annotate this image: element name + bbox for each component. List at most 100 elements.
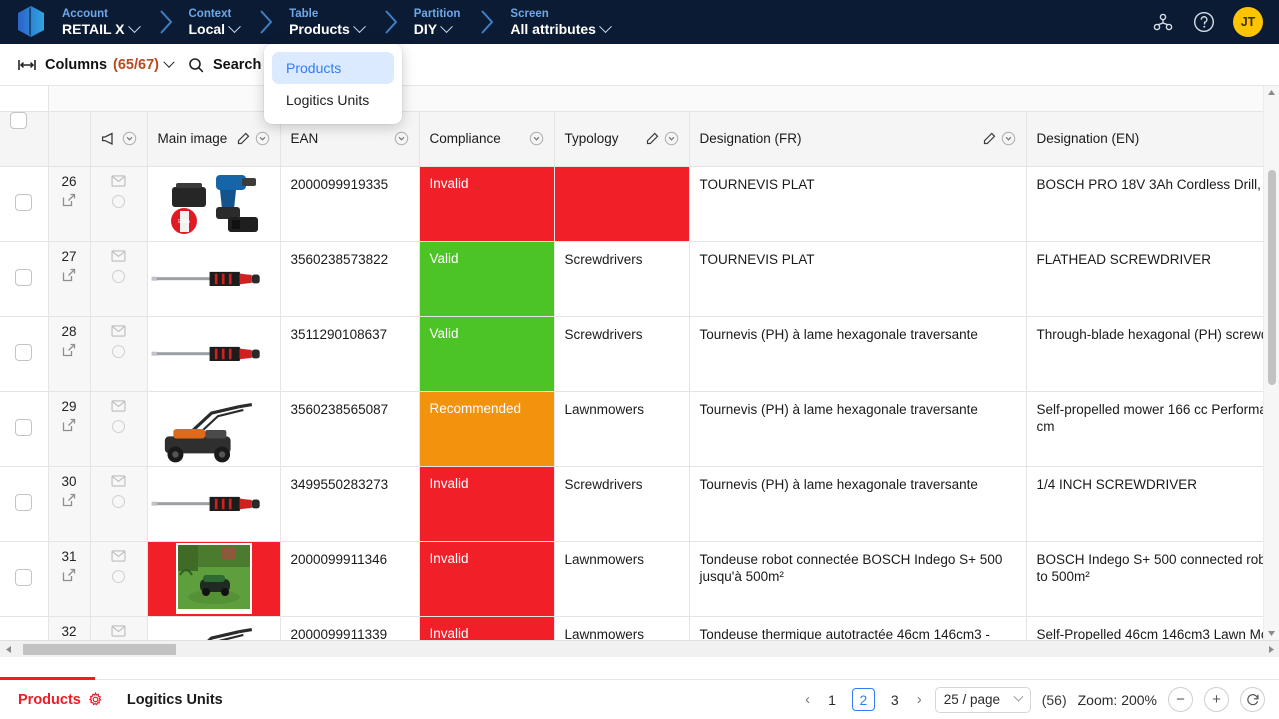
fit-columns-icon[interactable]	[18, 58, 36, 72]
status-circle-icon[interactable]	[111, 419, 126, 434]
designation-fr-cell[interactable]: TOURNEVIS PLAT	[689, 241, 1027, 317]
edit-pen-icon[interactable]	[646, 132, 659, 145]
horizontal-scroll-thumb[interactable]	[23, 643, 176, 655]
designation-fr-cell[interactable]: Tournevis (PH) à lame hexagonale travers…	[689, 466, 1027, 542]
main-image-cell[interactable]	[147, 541, 281, 617]
per-page-select[interactable]: 25 / page	[934, 686, 1031, 713]
table-row[interactable]: 30 3499550283273 Invalid Screwdrivers To…	[0, 466, 1279, 542]
footer-tab-logitics-units[interactable]: Logitics Units	[127, 692, 223, 708]
chevron-down-circle-icon[interactable]	[664, 131, 679, 146]
envelope-icon[interactable]	[111, 324, 126, 337]
status-circle-icon[interactable]	[111, 269, 126, 284]
avatar[interactable]: JT	[1233, 7, 1263, 37]
row-checkbox[interactable]	[15, 268, 33, 286]
row-checkbox[interactable]	[15, 418, 33, 436]
envelope-icon[interactable]	[111, 174, 126, 187]
gear-icon[interactable]	[88, 692, 103, 707]
typology-cell[interactable]: Screwdrivers	[554, 466, 690, 542]
designation-en-cell[interactable]: 1/4 INCH SCREWDRIVER	[1026, 466, 1279, 542]
table-row[interactable]: 28 3511290108637 Valid Screwdrivers Tour…	[0, 316, 1279, 392]
designation-fr-cell[interactable]: Tournevis (PH) à lame hexagonale travers…	[689, 316, 1027, 392]
open-external-icon[interactable]	[62, 568, 76, 582]
chevron-down-circle-icon[interactable]	[255, 131, 270, 146]
share-nodes-icon[interactable]	[1151, 10, 1175, 34]
vertical-scroll-thumb[interactable]	[1268, 170, 1276, 385]
chevron-down-circle-icon[interactable]	[529, 131, 544, 146]
envelope-icon[interactable]	[111, 249, 126, 262]
designation-en-cell[interactable]: FLATHEAD SCREWDRIVER	[1026, 241, 1279, 317]
row-select-cell[interactable]	[0, 241, 49, 317]
main-image-cell[interactable]	[147, 241, 281, 317]
scroll-down-arrow[interactable]	[1264, 630, 1279, 637]
zoom-out-button[interactable]: −	[1168, 687, 1193, 712]
footer-tab-products[interactable]: Products	[18, 692, 103, 708]
main-image-cell[interactable]	[147, 316, 281, 392]
typology-cell[interactable]: Screwdrivers	[554, 241, 690, 317]
ean-cell[interactable]: 3560238573822	[280, 241, 420, 317]
compliance-cell[interactable]: Invalid	[419, 466, 555, 542]
pagination-prev-button[interactable]: ‹	[803, 691, 812, 708]
designation-fr-cell[interactable]: Tournevis (PH) à lame hexagonale travers…	[689, 391, 1027, 467]
select-all-checkbox[interactable]	[10, 111, 27, 129]
row-select-cell[interactable]	[0, 316, 49, 392]
row-checkbox[interactable]	[15, 193, 33, 211]
designation-en-cell[interactable]: BOSCH Indego S+ 500 connected rob to 500m…	[1026, 541, 1279, 617]
column-header-designation-en[interactable]: Designation (EN)	[1026, 111, 1279, 167]
zoom-in-button[interactable]: +	[1204, 687, 1229, 712]
compliance-cell[interactable]: Invalid	[419, 541, 555, 617]
main-image-cell[interactable]	[147, 466, 281, 542]
open-external-icon[interactable]	[62, 418, 76, 432]
breadcrumb-account[interactable]: Account RETAIL X	[62, 0, 143, 44]
vertical-scrollbar[interactable]	[1263, 86, 1279, 640]
status-circle-icon[interactable]	[111, 194, 126, 209]
status-circle-icon[interactable]	[111, 344, 126, 359]
column-header-main-image[interactable]: Main image	[147, 111, 281, 167]
ean-cell[interactable]: 3499550283273	[280, 466, 420, 542]
pagination-page-3[interactable]: 3	[886, 692, 904, 708]
scroll-left-arrow[interactable]	[0, 645, 16, 654]
chevron-down-circle-icon[interactable]	[1001, 131, 1016, 146]
column-header-compliance[interactable]: Compliance	[419, 111, 555, 167]
compliance-cell[interactable]: Invalid	[419, 166, 555, 242]
breadcrumb-table[interactable]: Table Products	[289, 0, 368, 44]
edit-pen-icon[interactable]	[237, 132, 250, 145]
search-input[interactable]	[284, 44, 1279, 85]
table-row[interactable]: 27 3560238573822 Valid Screwdrivers TOUR…	[0, 241, 1279, 317]
dropdown-item-logitics-units[interactable]: Logitics Units	[272, 84, 394, 116]
ean-cell[interactable]: 2000099919335	[280, 166, 420, 242]
breadcrumb-partition[interactable]: Partition DIY	[414, 0, 465, 44]
chevron-down-icon[interactable]	[599, 19, 612, 33]
chevron-down-icon[interactable]	[228, 19, 241, 33]
search-icon[interactable]	[188, 57, 204, 73]
chevron-down-icon[interactable]	[163, 56, 175, 68]
status-circle-icon[interactable]	[111, 569, 126, 584]
column-header-designation-fr[interactable]: Designation (FR)	[689, 111, 1027, 167]
envelope-icon[interactable]	[111, 399, 126, 412]
open-external-icon[interactable]	[62, 268, 76, 282]
pagination-page-1[interactable]: 1	[823, 692, 841, 708]
envelope-icon[interactable]	[111, 549, 126, 562]
row-select-cell[interactable]	[0, 541, 49, 617]
designation-en-cell[interactable]: BOSCH PRO 18V 3Ah Cordless Drill, 2	[1026, 166, 1279, 242]
table-row[interactable]: 31 2000099911346 Invalid Lawnmowers Tond…	[0, 541, 1279, 617]
scroll-right-arrow[interactable]	[1263, 645, 1279, 654]
main-image-cell[interactable]: Extra	[147, 166, 281, 242]
table-row[interactable]: 26 Extra 2000099919335 Invalid TOURNEVIS…	[0, 166, 1279, 242]
envelope-icon[interactable]	[111, 624, 126, 637]
breadcrumb-screen[interactable]: Screen All attributes	[510, 0, 614, 44]
row-checkbox[interactable]	[15, 343, 33, 361]
designation-fr-cell[interactable]: TOURNEVIS PLAT	[689, 166, 1027, 242]
open-external-icon[interactable]	[62, 343, 76, 357]
table-row[interactable]: 29 3560238565087 Recommended Lawnmowers …	[0, 391, 1279, 467]
horizontal-scroll-track[interactable]	[16, 641, 1263, 658]
chevron-down-icon[interactable]	[1013, 691, 1024, 702]
chevron-down-circle-icon[interactable]	[394, 131, 409, 146]
designation-en-cell[interactable]: Self-propelled mower 166 cc Performa cm	[1026, 391, 1279, 467]
chevron-down-circle-icon[interactable]	[122, 131, 137, 146]
scroll-up-arrow[interactable]	[1264, 89, 1279, 96]
breadcrumb-context[interactable]: Context Local	[189, 0, 244, 44]
ean-cell[interactable]: 2000099911346	[280, 541, 420, 617]
chevron-down-icon[interactable]	[127, 19, 141, 33]
designation-en-cell[interactable]: Through-blade hexagonal (PH) screwd	[1026, 316, 1279, 392]
compliance-cell[interactable]: Valid	[419, 316, 555, 392]
